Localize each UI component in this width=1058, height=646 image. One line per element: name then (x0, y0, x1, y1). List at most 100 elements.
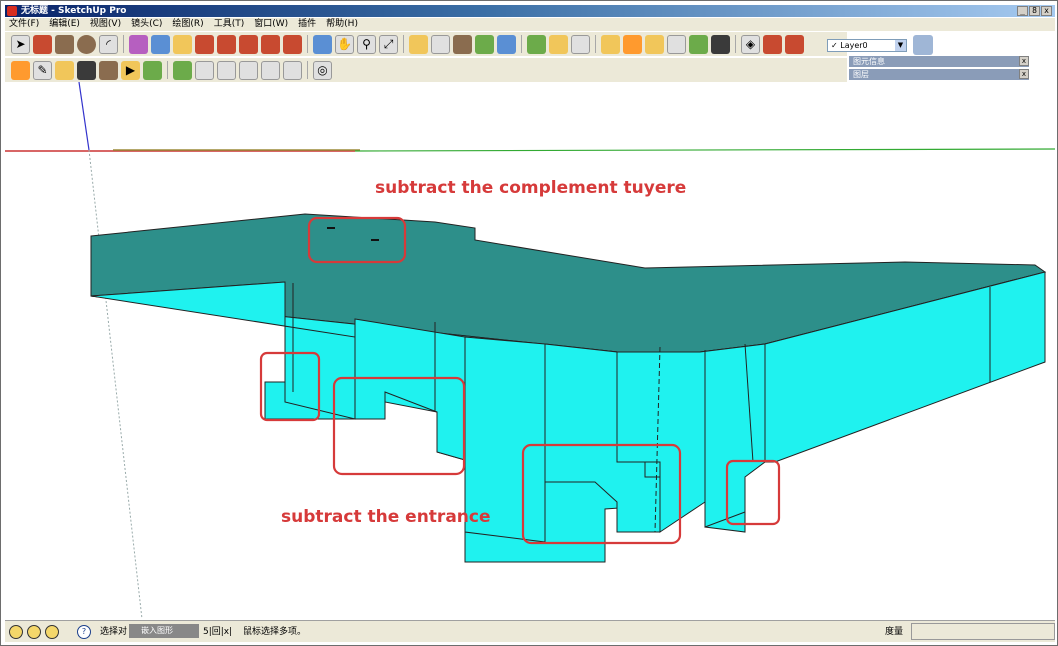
move-icon[interactable] (239, 34, 258, 54)
layers-icon[interactable] (689, 34, 708, 54)
zoom-icon[interactable]: ⚲ (357, 34, 376, 54)
pan-icon[interactable]: ✋ (335, 34, 354, 54)
tray-layers[interactable]: 图层 (849, 69, 1029, 80)
styles-icon[interactable] (571, 34, 590, 54)
menu-plugins[interactable]: 插件 (298, 18, 316, 31)
chevron-down-icon[interactable]: ▼ (895, 40, 906, 51)
wireframe-icon[interactable] (55, 60, 74, 80)
follow-me-icon[interactable] (283, 34, 302, 54)
toolbar-separator (521, 35, 522, 53)
front-view-icon[interactable] (217, 60, 236, 80)
component-red-icon[interactable] (763, 34, 782, 54)
toolbar-separator (123, 35, 124, 53)
hidden-line-icon[interactable] (77, 60, 96, 80)
minimize-button[interactable]: _ (1017, 6, 1028, 16)
menu-camera[interactable]: 镜头(C) (131, 18, 162, 31)
tray-entity-info[interactable]: 图元信息 (849, 56, 1029, 67)
bottom-view-icon[interactable]: ◎ (313, 60, 332, 80)
layer-manager-button[interactable] (913, 35, 933, 55)
tray-layers-close-icon[interactable]: x (1019, 69, 1029, 79)
menu-draw[interactable]: 绘图(R) (172, 18, 203, 31)
close-button[interactable]: x (1041, 6, 1052, 16)
view-toolbar: ✎ ▶ ◎ (5, 58, 847, 82)
protractor-icon[interactable] (195, 34, 214, 54)
geo-location-icon[interactable] (9, 625, 23, 639)
credits-icon[interactable] (27, 625, 41, 639)
ime-bar[interactable]: 嵌入图形 (129, 624, 199, 638)
layer-dropdown[interactable]: ✓ Layer0 ▼ (827, 39, 907, 52)
eraser-icon[interactable] (129, 34, 148, 54)
section-plane-icon[interactable] (497, 34, 516, 54)
pencil-icon[interactable] (33, 34, 52, 54)
status-hint: 鼠标选择多项。 (243, 627, 307, 637)
scenes-icon[interactable]: ◈ (741, 34, 760, 54)
top-view-icon[interactable] (195, 60, 214, 80)
select-icon[interactable]: ➤ (11, 34, 30, 54)
shaded-textures-icon[interactable]: ▶ (121, 60, 140, 80)
sketchup-app-icon[interactable] (7, 6, 17, 16)
components-icon[interactable] (527, 34, 546, 54)
zoom-extents-icon[interactable]: ⤢ (379, 34, 398, 54)
tray-entity-info-close-icon[interactable]: x (1019, 56, 1029, 66)
push-pull-icon[interactable] (217, 34, 236, 54)
shaded-icon[interactable] (99, 60, 118, 80)
title-bar[interactable]: 无标题 - SketchUp Pro _ 8 x (5, 5, 1055, 17)
position-camera-icon[interactable] (431, 34, 450, 54)
annotation-entrance-label: subtract the entrance (281, 507, 491, 527)
blue-axis (78, 82, 90, 151)
rotate-icon[interactable] (261, 34, 280, 54)
walk-icon[interactable] (453, 34, 472, 54)
group-red-icon[interactable] (785, 34, 804, 54)
monochrome-icon[interactable] (143, 60, 162, 80)
dimension-icon[interactable] (601, 34, 620, 54)
iso-view-icon[interactable] (173, 60, 192, 80)
3d-text-icon[interactable] (667, 34, 686, 54)
ime-buttons[interactable]: 5|回|x| (203, 626, 232, 638)
status-select-text: 选择对 (100, 627, 128, 637)
annotation-tuyere-label: subtract the complement tuyere (375, 178, 687, 198)
model-scene[interactable] (5, 82, 1055, 619)
text-icon[interactable] (623, 34, 642, 54)
menu-help[interactable]: 帮助(H) (326, 18, 358, 31)
window-title: 无标题 - SketchUp Pro (21, 6, 127, 16)
xray-icon[interactable] (11, 60, 30, 80)
back-edges-icon[interactable]: ✎ (33, 60, 52, 80)
materials-icon[interactable] (549, 34, 568, 54)
circle-icon[interactable] (77, 34, 96, 54)
layer-check-icon: ✓ (831, 41, 838, 50)
menu-edit[interactable]: 编辑(E) (49, 18, 80, 31)
modeling-viewport[interactable]: subtract the complement tuyere subtract … (5, 82, 1055, 619)
tape-measure-icon[interactable] (173, 34, 192, 54)
model-side-mid[interactable] (354, 318, 466, 461)
toolbar-separator (167, 61, 168, 79)
user-icon[interactable] (45, 625, 59, 639)
outliner-icon[interactable] (711, 34, 730, 54)
left-view-icon[interactable] (283, 60, 302, 80)
menu-window[interactable]: 窗口(W) (254, 18, 288, 31)
paint-bucket-icon[interactable] (151, 34, 170, 54)
measurement-label: 度量 (885, 627, 904, 637)
toolbar-separator (307, 35, 308, 53)
camera-icon[interactable] (409, 34, 428, 54)
back-view-icon[interactable] (261, 60, 280, 80)
status-bar: ? 选择对 嵌入图形 5|回|x| 鼠标选择多项。 度量 (5, 620, 1055, 642)
menu-file[interactable]: 文件(F) (9, 18, 39, 31)
main-toolbar: ➤ ◜ ✋ ⚲ ⤢ ◈ (5, 32, 847, 56)
look-around-icon[interactable] (475, 34, 494, 54)
menu-view[interactable]: 视图(V) (90, 18, 121, 31)
help-icon[interactable]: ? (77, 625, 91, 639)
toolbar-separator (735, 35, 736, 53)
menu-tools[interactable]: 工具(T) (214, 18, 245, 31)
orbit-icon[interactable] (313, 34, 332, 54)
toolbar-separator (595, 35, 596, 53)
green-axis (354, 148, 1055, 152)
axes-icon[interactable] (645, 34, 664, 54)
toolbar-separator (403, 35, 404, 53)
measurement-input[interactable] (911, 623, 1055, 640)
menu-bar: 文件(F) 编辑(E) 视图(V) 镜头(C) 绘图(R) 工具(T) 窗口(W… (5, 18, 1055, 31)
right-view-icon[interactable] (239, 60, 258, 80)
rectangle-icon[interactable] (55, 34, 74, 54)
restore-button[interactable]: 8 (1029, 6, 1040, 16)
arc-icon[interactable]: ◜ (99, 34, 118, 54)
sketchup-window: 无标题 - SketchUp Pro _ 8 x 文件(F) 编辑(E) 视图(… (0, 0, 1058, 646)
